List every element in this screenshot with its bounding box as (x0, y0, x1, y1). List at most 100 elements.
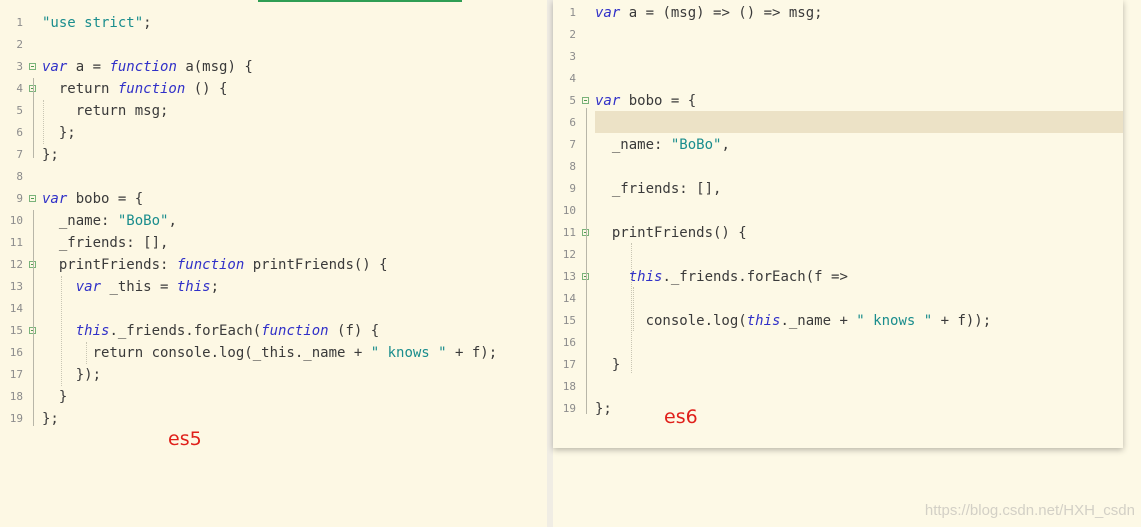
code-text: }; (42, 411, 59, 427)
line-number: 19 (9, 412, 23, 425)
code-text: var bobo = { (42, 191, 144, 207)
code-line[interactable]: 8 (553, 156, 1083, 178)
line-number: 8 (16, 170, 23, 183)
indent-guide (633, 287, 634, 331)
code-line[interactable]: 2 (553, 24, 1083, 46)
code-line[interactable]: 5 return msg; (0, 100, 530, 122)
code-line[interactable]: 4 return function () { (0, 78, 530, 100)
code-text: printFriends() { (595, 225, 747, 241)
line-number: 9 (16, 192, 23, 205)
line-number: 14 (562, 292, 576, 305)
es5-label: es5 (168, 428, 202, 450)
code-text: console.log(this._name + " knows " + f))… (595, 313, 992, 329)
code-text: return function () { (42, 81, 228, 97)
code-line[interactable]: 12 printFriends: function printFriends()… (0, 254, 530, 276)
code-line[interactable]: 7 _name: "BoBo", (553, 134, 1083, 156)
code-line[interactable]: 18 (553, 376, 1083, 398)
code-text: _friends: [], (595, 181, 722, 197)
code-line[interactable]: 10 (553, 200, 1083, 222)
line-number: 10 (562, 204, 576, 217)
code-line[interactable]: 1 "use strict"; (0, 12, 530, 34)
code-line[interactable]: 6 }; (0, 122, 530, 144)
line-number: 6 (569, 116, 576, 129)
code-text: this._friends.forEach(function (f) { (75, 323, 380, 339)
line-number: 9 (569, 182, 576, 195)
code-text: return console.log(_this._name + " knows… (42, 345, 498, 361)
code-line[interactable]: 3 var a = function a(msg) { (0, 56, 530, 78)
line-number: 5 (16, 104, 23, 117)
line-number: 1 (16, 16, 23, 29)
fold-bracket (33, 210, 34, 426)
line-number: 3 (569, 50, 576, 63)
line-number: 15 (562, 314, 576, 327)
code-line[interactable]: 2 (0, 34, 530, 56)
code-text: }; (42, 147, 59, 163)
code-line[interactable]: 11 _friends: [], (0, 232, 530, 254)
code-text: } (42, 389, 68, 405)
line-number: 15 (9, 324, 23, 337)
code-line[interactable]: 6 (553, 112, 1083, 134)
line-number: 14 (9, 302, 23, 315)
code-line[interactable]: 9 _friends: [], (553, 178, 1083, 200)
line-number: 2 (569, 28, 576, 41)
active-tab-indicator (258, 0, 462, 2)
fold-toggle-icon[interactable] (29, 195, 36, 202)
code-line[interactable]: 4 (553, 68, 1083, 90)
line-number: 11 (562, 226, 576, 239)
line-number: 4 (569, 72, 576, 85)
code-line[interactable]: 18 } (0, 386, 530, 408)
line-number: 8 (569, 160, 576, 173)
code-line[interactable]: 1 var a = (msg) => () => msg; (553, 2, 1083, 24)
code-line[interactable]: 14 (0, 298, 530, 320)
code-text: printFriends: function printFriends() { (42, 257, 388, 273)
code-text: }; (42, 125, 76, 141)
es6-label: es6 (664, 406, 698, 428)
fold-bracket (586, 108, 587, 414)
line-number: 4 (16, 82, 23, 95)
code-text: var bobo = { (595, 93, 697, 109)
code-line[interactable]: 11 printFriends() { (553, 222, 1083, 244)
indent-guide (43, 100, 44, 144)
es6-code-panel: 1 var a = (msg) => () => msg; 2 3 4 5 var bobo… (553, 0, 1123, 448)
es5-code-panel: 1 "use strict"; 2 3 var a = function a(msg) … (0, 0, 547, 527)
line-number: 17 (562, 358, 576, 371)
code-line[interactable]: 7}; (0, 144, 530, 166)
code-line[interactable]: 5 var bobo = { (553, 90, 1083, 112)
watermark: https://blog.csdn.net/HXH_csdn (924, 502, 1135, 519)
line-number: 18 (562, 380, 576, 393)
line-number: 18 (9, 390, 23, 403)
code-line[interactable]: 15 this._friends.forEach(function (f) { (0, 320, 530, 342)
code-text: _name: "BoBo", (595, 137, 730, 153)
indent-guide (631, 243, 632, 373)
code-line[interactable]: 13 var _this = this; (0, 276, 530, 298)
code-line[interactable]: 10 _name: "BoBo", (0, 210, 530, 232)
code-line[interactable]: 17 }); (0, 364, 530, 386)
fold-toggle-icon[interactable] (582, 97, 589, 104)
code-line[interactable]: 16 return console.log(_this._name + " kn… (0, 342, 530, 364)
code-line[interactable]: 19}; (553, 398, 1083, 420)
code-text: return msg; (42, 103, 169, 119)
code-line[interactable]: 17 } (553, 354, 1083, 376)
code-line[interactable]: 3 (553, 46, 1083, 68)
code-text: _friends: [], (42, 235, 169, 251)
line-number: 10 (9, 214, 23, 227)
line-number: 17 (9, 368, 23, 381)
code-line[interactable]: 19}; (0, 408, 530, 430)
line-number: 6 (16, 126, 23, 139)
code-line[interactable]: 12 (553, 244, 1083, 266)
fold-toggle-icon[interactable] (29, 63, 36, 70)
fold-bracket (33, 78, 34, 158)
code-text: }); (42, 367, 102, 383)
code-line[interactable]: 13 this._friends.forEach(f => (553, 266, 1083, 288)
code-text: }; (595, 401, 612, 417)
line-number: 12 (562, 248, 576, 261)
code-text: _name: "BoBo", (42, 213, 177, 229)
line-number: 7 (569, 138, 576, 151)
line-number: 2 (16, 38, 23, 51)
code-line[interactable]: 16 (553, 332, 1083, 354)
line-number: 19 (562, 402, 576, 415)
code-text: this._friends.forEach(f => (628, 269, 848, 285)
code-line[interactable]: 9 var bobo = { (0, 188, 530, 210)
line-number: 13 (9, 280, 23, 293)
code-line[interactable]: 8 (0, 166, 530, 188)
